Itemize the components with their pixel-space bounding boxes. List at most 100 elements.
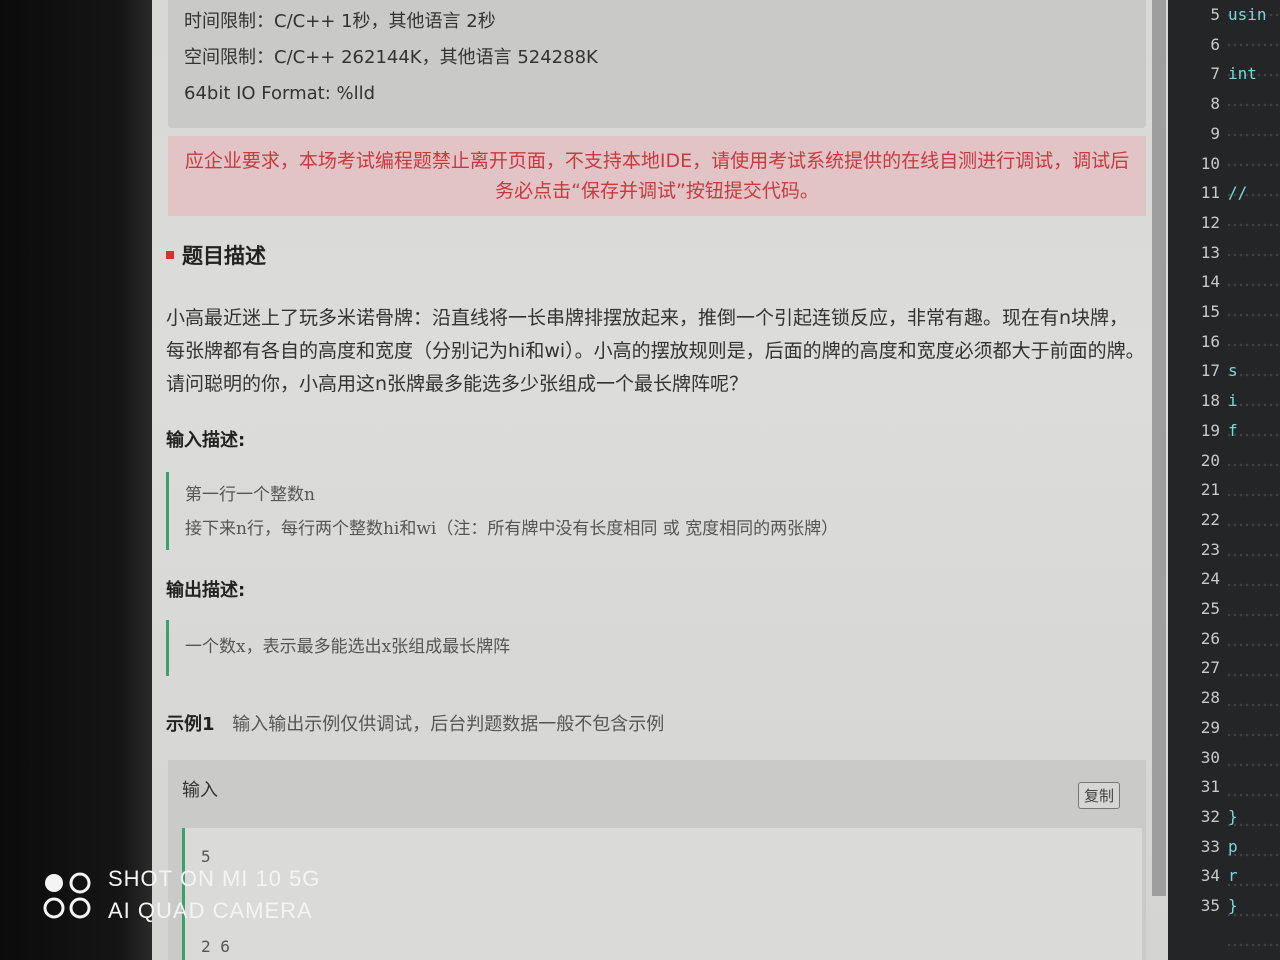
time-limit: 时间限制：C/C++ 1秒，其他语言 2秒 — [184, 11, 496, 32]
section-title: 题目描述 — [166, 240, 266, 270]
line-number: 19 — [1200, 420, 1220, 440]
line-number: 27 — [1200, 658, 1220, 678]
line-number: 12 — [1200, 212, 1220, 232]
editor-line[interactable]: 35} — [1168, 891, 1280, 921]
input-description: 第一行一个整数n 接下来n行，每行两个整数hi和wi（注：所有牌中没有长度相同 … — [166, 472, 1146, 550]
output-line: 一个数x，表示最多能选出x张组成最长牌阵 — [185, 637, 511, 657]
exam-alert: 应企业要求，本场考试编程题禁止离开页面，不支持本地IDE，请使用考试系统提供的在… — [168, 136, 1146, 216]
input-line: 接下来n行，每行两个整数hi和wi（注：所有牌中没有长度相同 或 宽度相同的两张… — [185, 519, 839, 539]
editor-line[interactable]: 32} — [1168, 802, 1280, 832]
line-number: 18 — [1200, 391, 1220, 411]
output-description: 一个数x，表示最多能选出x张组成最长牌阵 — [166, 620, 1146, 676]
editor-line[interactable]: 25 — [1168, 594, 1280, 624]
line-number: 17 — [1200, 361, 1220, 381]
example-input-label: 输入 — [182, 780, 218, 801]
problem-title: 题目描述 — [182, 244, 266, 268]
line-number: 16 — [1200, 331, 1220, 351]
line-number: 28 — [1200, 688, 1220, 708]
line-code: // — [1228, 183, 1248, 203]
editor-line[interactable]: 29 — [1168, 713, 1280, 743]
line-number: 15 — [1200, 302, 1220, 321]
problem-description: 小高最近迷上了玩多米诺骨牌：沿直线将一长串牌排摆放起来，推倒一个引起连锁反应，非… — [166, 307, 1145, 395]
line-number: 22 — [1200, 509, 1220, 529]
editor-line[interactable]: 27 — [1168, 653, 1280, 683]
copy-button[interactable]: 复制 — [1077, 782, 1120, 809]
line-number: 30 — [1200, 747, 1220, 767]
editor-line[interactable]: 20 — [1168, 446, 1280, 476]
title-marker-icon — [166, 251, 174, 259]
line-code: } — [1228, 896, 1238, 915]
example-label: 示例1 — [166, 714, 215, 735]
line-code: r — [1228, 866, 1238, 886]
editor-line[interactable]: 33 p — [1168, 832, 1280, 862]
line-number: 9 — [1210, 123, 1220, 143]
line-number: 23 — [1200, 539, 1220, 559]
line-number: 8 — [1210, 94, 1220, 114]
line-number: 5 — [1210, 5, 1220, 24]
io-format: 64bit IO Format: %lld — [184, 83, 376, 104]
line-number: 31 — [1200, 777, 1220, 797]
line-code: } — [1228, 806, 1238, 826]
line-number: 32 — [1200, 806, 1220, 826]
line-number: 34 — [1200, 866, 1220, 886]
example-header: 示例1 输入输出示例仅供调试，后台判题数据一般不包含示例 — [166, 710, 664, 736]
line-code: int — [1228, 64, 1257, 84]
line-number: 25 — [1200, 599, 1220, 618]
problem-panel: 时间限制：C/C++ 1秒，其他语言 2秒 空间限制：C/C++ 262144K… — [152, 0, 1168, 960]
line-number: 6 — [1210, 34, 1220, 54]
editor-line[interactable]: 31 — [1168, 772, 1280, 802]
output-description-title: 输出描述: — [166, 580, 246, 601]
line-number: 11 — [1200, 183, 1220, 203]
line-code: p — [1228, 836, 1238, 856]
panel-scrollbar[interactable] — [1152, 0, 1166, 896]
line-number: 24 — [1200, 569, 1220, 589]
line-number: 10 — [1200, 153, 1220, 173]
example-note: 输入输出示例仅供调试，后台判题数据一般不包含示例 — [232, 714, 665, 735]
editor-line[interactable]: 5 usin — [1168, 0, 1280, 30]
quad-camera-logo-icon — [43, 872, 91, 919]
line-number: 35 — [1200, 896, 1220, 915]
line-code: usin — [1228, 5, 1267, 24]
editor-line[interactable]: 18 i — [1168, 386, 1280, 416]
limits-box: 时间限制：C/C++ 1秒，其他语言 2秒 空间限制：C/C++ 262144K… — [168, 0, 1146, 128]
input-description-title: 输入描述: — [166, 430, 246, 451]
editor-line[interactable]: 16 — [1168, 327, 1280, 357]
editor-line[interactable]: 22 — [1168, 505, 1280, 535]
editor-line[interactable]: 30 — [1168, 743, 1280, 773]
editor-line[interactable]: 11 // — [1168, 178, 1280, 208]
watermark-line2: AI QUAD CAMERA — [108, 898, 313, 923]
line-number: 26 — [1200, 628, 1220, 648]
editor-line[interactable]: 13 — [1168, 238, 1280, 268]
editor-line[interactable]: 21 — [1168, 475, 1280, 505]
editor-line[interactable]: 10 — [1168, 149, 1280, 179]
camera-watermark: SHOT ON MI 10 5G AI QUAD CAMERA — [40, 862, 360, 932]
editor-line[interactable]: 28 — [1168, 683, 1280, 713]
editor-line[interactable]: 17 s — [1168, 356, 1280, 386]
example-input-line: 2 6 — [201, 937, 230, 956]
line-number: 20 — [1200, 450, 1220, 470]
line-number: 33 — [1200, 836, 1220, 856]
line-number: 21 — [1200, 480, 1220, 500]
editor-line[interactable]: 15 — [1168, 297, 1280, 327]
editor-line[interactable]: 34 r — [1168, 861, 1280, 891]
line-number: 7 — [1210, 64, 1220, 84]
editor-line[interactable]: 23 — [1168, 535, 1280, 565]
input-line: 第一行一个整数n — [185, 485, 315, 505]
memory-limit: 空间限制：C/C++ 262144K，其他语言 524288K — [184, 47, 598, 68]
line-code: s — [1228, 361, 1238, 381]
line-number: 29 — [1200, 717, 1220, 737]
editor-line[interactable]: 6 — [1168, 30, 1280, 60]
watermark-line1: SHOT ON MI 10 5G — [108, 866, 321, 891]
monitor-bezel — [0, 0, 152, 960]
line-number: 14 — [1200, 272, 1220, 292]
editor-line[interactable]: 14 — [1168, 267, 1280, 297]
editor-line[interactable]: 24 — [1168, 564, 1280, 594]
code-editor[interactable]: 5 usin 6 7 int 8 9 10 11 // 12 13 14 15 16 17 s 18 i 19 f 20 2… — [1168, 0, 1280, 960]
editor-line[interactable]: 26 — [1168, 624, 1280, 654]
editor-line[interactable]: 12 — [1168, 208, 1280, 238]
editor-line[interactable]: 7 int — [1168, 59, 1280, 89]
editor-line[interactable]: 9 — [1168, 119, 1280, 149]
editor-line[interactable]: 8 — [1168, 89, 1280, 119]
line-number: 13 — [1200, 242, 1220, 262]
editor-line[interactable]: 19 f — [1168, 416, 1280, 446]
